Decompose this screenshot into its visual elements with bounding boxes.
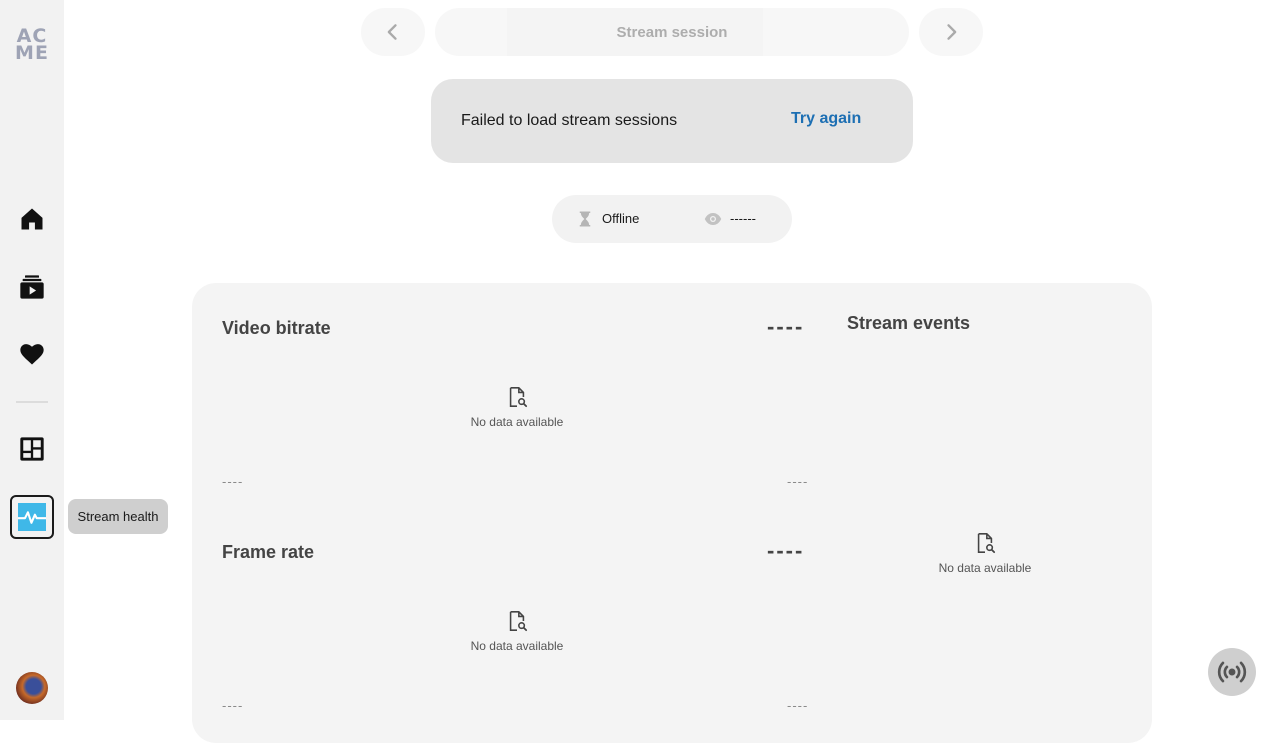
- hourglass-icon: [579, 211, 591, 227]
- stream-events-empty-text: No data available: [938, 561, 1032, 575]
- next-session-button[interactable]: [919, 8, 983, 56]
- error-banner: Failed to load stream sessions Try again: [431, 79, 913, 163]
- file-search-icon: [509, 387, 528, 408]
- try-again-button[interactable]: Try again: [791, 110, 861, 128]
- previous-session-button[interactable]: [361, 8, 425, 56]
- nav-stream-health[interactable]: [10, 495, 54, 539]
- eye-icon: [704, 213, 722, 225]
- frame-rate-x-end: ----: [787, 698, 809, 713]
- go-live-button[interactable]: [1208, 648, 1256, 696]
- video-bitrate-value: ----: [767, 314, 805, 339]
- stream-status: Offline ------: [552, 195, 792, 243]
- file-search-icon: [509, 611, 528, 632]
- heart-icon: [20, 344, 44, 365]
- avatar[interactable]: [16, 672, 48, 704]
- nav-divider: [16, 401, 48, 403]
- broadcast-icon: [1217, 661, 1247, 683]
- error-message: Failed to load stream sessions: [461, 112, 678, 129]
- chevron-right-icon: [947, 24, 957, 40]
- frame-rate-title: Frame rate: [222, 542, 315, 562]
- frame-rate-x-start: ----: [222, 698, 244, 713]
- session-selector[interactable]: Stream session: [435, 8, 909, 56]
- sidebar: AC ME: [0, 0, 64, 720]
- stream-events-empty: No data available: [915, 532, 1055, 577]
- video-bitrate-x-start: ----: [222, 474, 244, 489]
- logo-line-2: ME: [15, 42, 49, 64]
- video-bitrate-title: Video bitrate: [222, 318, 331, 338]
- frame-rate-value: ----: [767, 538, 805, 563]
- logo: AC ME: [15, 27, 49, 64]
- file-search-icon: [977, 533, 996, 554]
- viewer-count: ------: [730, 211, 756, 226]
- video-bitrate-empty-text: No data available: [470, 415, 564, 429]
- video-library-icon: [20, 275, 44, 299]
- stream-health-panel: Video bitrate ---- No data available ---…: [192, 283, 1152, 743]
- video-bitrate-empty: No data available: [447, 386, 587, 431]
- dashboard-icon: [20, 437, 44, 461]
- frame-rate-empty: No data available: [447, 610, 587, 655]
- pulse-icon: [18, 503, 46, 531]
- nav-tooltip: Stream health: [68, 499, 168, 534]
- stream-events-title: Stream events: [847, 313, 971, 333]
- nav-favorites[interactable]: [12, 334, 52, 374]
- nav-dashboard[interactable]: [12, 429, 52, 469]
- status-state: Offline: [602, 211, 640, 226]
- session-label: Stream session: [616, 23, 728, 41]
- frame-rate-empty-text: No data available: [470, 639, 564, 653]
- chevron-left-icon: [387, 24, 397, 40]
- nav-videos[interactable]: [12, 267, 52, 307]
- nav-home[interactable]: [12, 199, 52, 239]
- video-bitrate-x-end: ----: [787, 474, 809, 489]
- home-icon: [21, 208, 43, 230]
